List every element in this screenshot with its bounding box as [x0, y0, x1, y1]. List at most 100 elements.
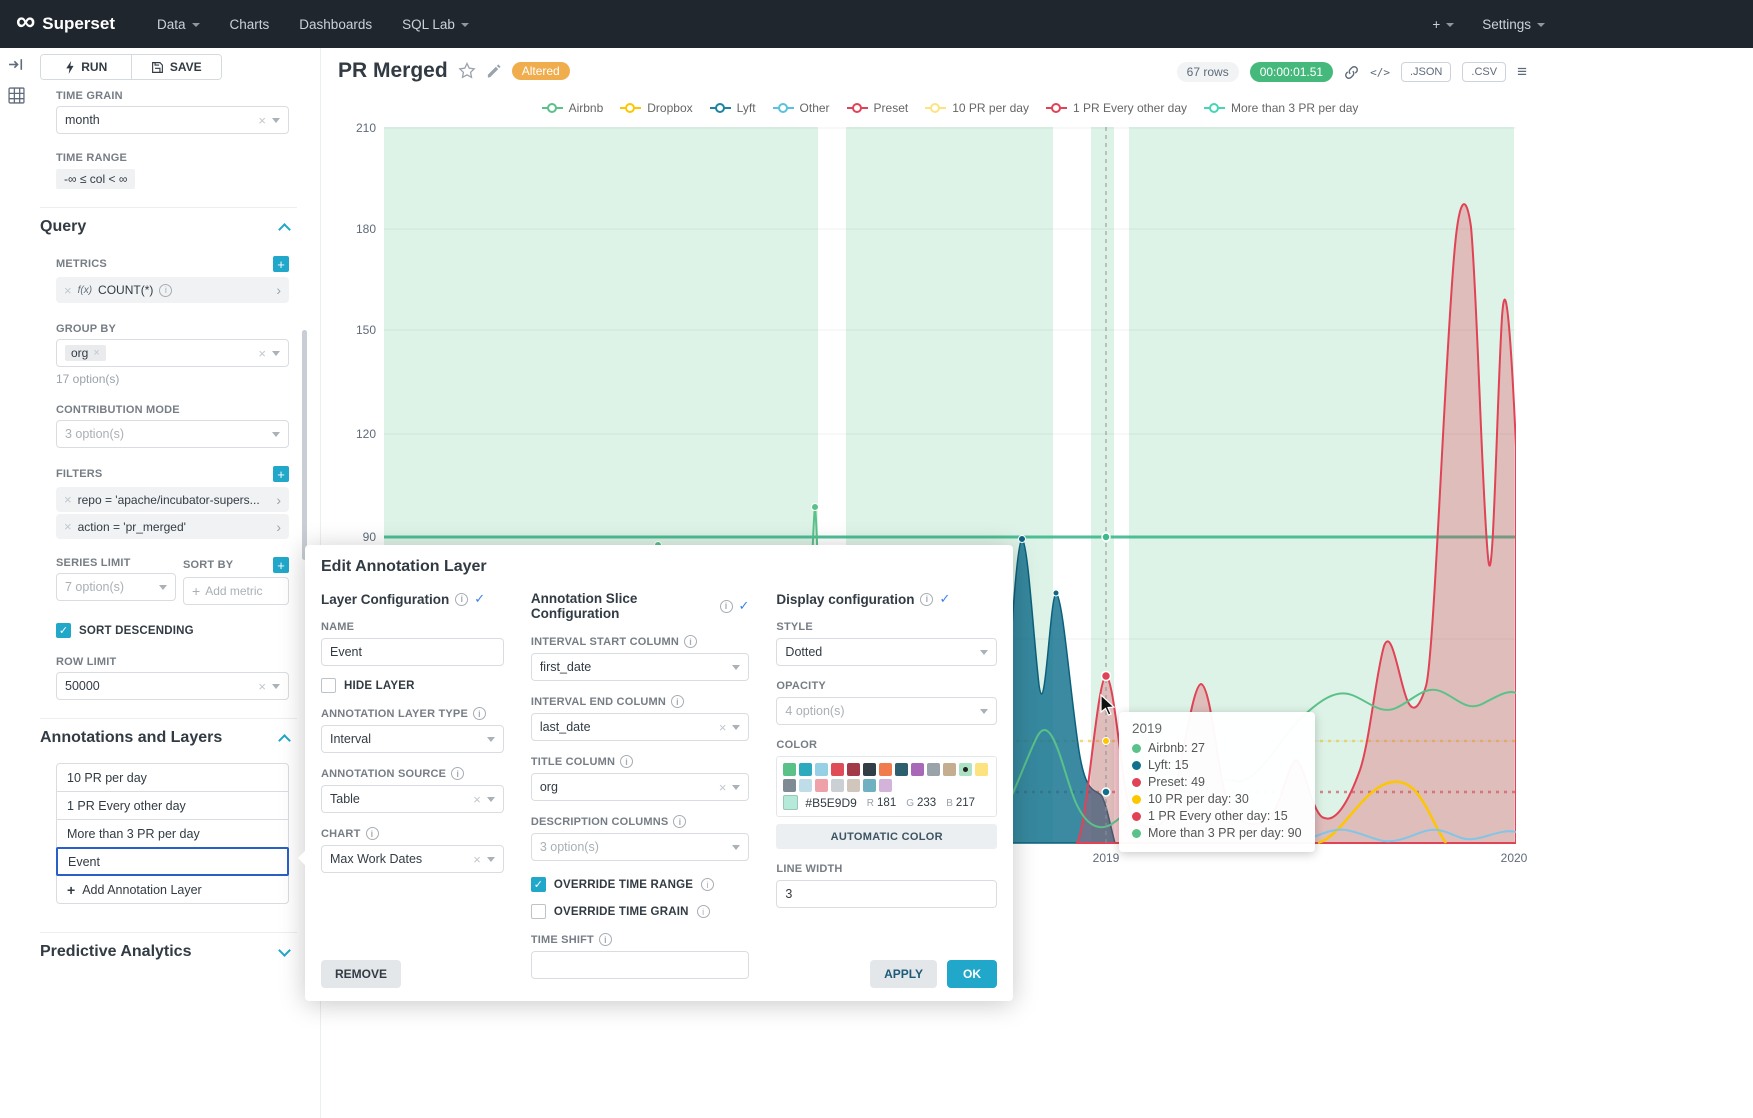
checkbox-checked-icon[interactable] — [531, 877, 546, 892]
color-swatch[interactable] — [831, 763, 844, 776]
time-range-tag[interactable]: -∞ ≤ col < ∞ — [56, 169, 135, 189]
chevron-up-icon[interactable] — [278, 734, 291, 747]
query-section-header[interactable]: Query — [40, 218, 289, 236]
hide-layer-checkbox[interactable]: HIDE LAYER — [321, 678, 504, 693]
color-swatch[interactable] — [879, 779, 892, 792]
metric-pill[interactable]: f(x) COUNT(*) — [56, 277, 289, 303]
series-limit-select[interactable]: 7 option(s) — [56, 573, 176, 601]
annotation-layer-type-select[interactable]: Interval — [321, 725, 504, 753]
interval-start-select[interactable]: first_date — [531, 653, 750, 681]
description-columns-select[interactable]: 3 option(s) — [531, 833, 750, 861]
hex-value[interactable]: #B5E9D9 — [805, 796, 856, 810]
export-json-button[interactable]: .JSON — [1401, 62, 1451, 82]
menu-item-sqllab[interactable]: SQL Lab — [402, 17, 469, 32]
color-swatch[interactable] — [783, 779, 796, 792]
legend-item[interactable]: More than 3 PR per day — [1204, 101, 1358, 115]
interval-end-select[interactable]: last_date — [531, 713, 750, 741]
favorite-star-icon[interactable] — [458, 62, 476, 80]
annotations-section-header[interactable]: Annotations and Layers — [40, 729, 289, 747]
color-swatch[interactable] — [927, 763, 940, 776]
color-swatch[interactable] — [783, 763, 796, 776]
row-limit-select[interactable]: 50000 — [56, 672, 289, 700]
automatic-color-button[interactable]: AUTOMATIC COLOR — [776, 824, 997, 849]
chevron-down-icon[interactable] — [278, 944, 291, 957]
color-swatch[interactable] — [895, 763, 908, 776]
clear-icon[interactable] — [473, 853, 481, 866]
checkbox-icon[interactable] — [321, 678, 336, 693]
annotation-source-select[interactable]: Table — [321, 785, 504, 813]
embed-code-icon[interactable]: </> — [1370, 66, 1390, 79]
layer-name-input[interactable] — [321, 638, 504, 666]
group-by-tag[interactable]: org — [65, 345, 106, 361]
chevron-up-icon[interactable] — [278, 223, 291, 236]
time-grain-select[interactable]: month — [56, 106, 289, 134]
superset-logo[interactable]: Superset — [16, 13, 115, 35]
override-time-range-checkbox[interactable]: OVERRIDE TIME RANGE — [531, 877, 750, 892]
contribution-mode-select[interactable]: 3 option(s) — [56, 420, 289, 448]
rgb-g-field[interactable]: G233 — [906, 797, 936, 809]
legend-item[interactable]: Other — [773, 101, 830, 115]
color-swatch[interactable] — [799, 779, 812, 792]
annotation-layer-item-selected[interactable]: Event — [56, 847, 289, 876]
legend-item[interactable]: 10 PR per day — [925, 101, 1029, 115]
rgb-r-field[interactable]: R181 — [867, 797, 896, 809]
color-swatch[interactable] — [815, 763, 828, 776]
filter-pill[interactable]: action = 'pr_merged' — [56, 514, 289, 539]
remove-filter-icon[interactable] — [64, 520, 72, 533]
remove-button[interactable]: REMOVE — [321, 960, 401, 988]
menu-item-dashboards[interactable]: Dashboards — [299, 17, 372, 32]
line-width-input[interactable] — [776, 880, 997, 908]
datasource-grid-icon[interactable] — [8, 87, 25, 104]
color-swatch[interactable] — [831, 779, 844, 792]
color-swatch[interactable] — [911, 763, 924, 776]
override-time-grain-checkbox[interactable]: OVERRIDE TIME GRAIN — [531, 904, 750, 919]
title-column-select[interactable]: org — [531, 773, 750, 801]
remove-filter-icon[interactable] — [64, 493, 72, 506]
altered-badge[interactable]: Altered — [512, 62, 570, 80]
legend-item[interactable]: Dropbox — [620, 101, 692, 115]
menu-item-data[interactable]: Data — [157, 17, 200, 32]
annotation-layer-item[interactable]: 10 PR per day — [56, 763, 289, 792]
remove-tag-icon[interactable] — [93, 348, 99, 359]
sort-by-add-metric[interactable]: Add metric — [183, 577, 289, 605]
share-link-icon[interactable] — [1344, 65, 1359, 80]
add-metric-button[interactable] — [273, 256, 289, 272]
ok-button[interactable]: OK — [947, 960, 997, 988]
rgb-b-field[interactable]: B217 — [946, 797, 975, 809]
clear-icon[interactable] — [258, 680, 266, 693]
save-button[interactable]: SAVE — [131, 55, 222, 79]
add-filter-button[interactable] — [273, 466, 289, 482]
menu-item-charts[interactable]: Charts — [230, 17, 270, 32]
style-select[interactable]: Dotted — [776, 638, 997, 666]
color-swatch-selected[interactable] — [959, 763, 972, 776]
opacity-select[interactable]: 4 option(s) — [776, 697, 997, 725]
color-swatch[interactable] — [815, 779, 828, 792]
add-sort-metric-button[interactable] — [273, 557, 289, 573]
annotation-layer-item[interactable]: 1 PR Every other day — [56, 791, 289, 820]
settings-menu[interactable]: Settings — [1482, 17, 1545, 32]
annotation-layer-item[interactable]: More than 3 PR per day — [56, 819, 289, 848]
legend-item[interactable]: 1 PR Every other day — [1046, 101, 1187, 115]
clear-icon[interactable] — [719, 721, 727, 734]
filter-pill[interactable]: repo = 'apache/incubator-supers... — [56, 487, 289, 512]
add-annotation-layer-button[interactable]: Add Annotation Layer — [56, 875, 289, 904]
legend-item[interactable]: Lyft — [710, 101, 756, 115]
apply-button[interactable]: APPLY — [870, 960, 937, 988]
sort-descending-checkbox[interactable]: SORT DESCENDING — [56, 623, 289, 638]
color-swatch[interactable] — [847, 779, 860, 792]
remove-metric-icon[interactable] — [64, 284, 72, 297]
color-swatch[interactable] — [799, 763, 812, 776]
legend-item[interactable]: Airbnb — [542, 101, 604, 115]
clear-icon[interactable] — [473, 793, 481, 806]
clear-icon[interactable] — [258, 347, 266, 360]
color-swatch[interactable] — [863, 779, 876, 792]
clear-icon[interactable] — [719, 781, 727, 794]
clear-icon[interactable] — [258, 114, 266, 127]
edit-pencil-icon[interactable] — [486, 63, 502, 79]
predictive-section-header[interactable]: Predictive Analytics — [40, 943, 289, 961]
color-swatch[interactable] — [863, 763, 876, 776]
export-csv-button[interactable]: .CSV — [1462, 62, 1506, 82]
run-button[interactable]: RUN — [41, 55, 131, 79]
color-swatch[interactable] — [943, 763, 956, 776]
annotation-chart-select[interactable]: Max Work Dates — [321, 845, 504, 873]
